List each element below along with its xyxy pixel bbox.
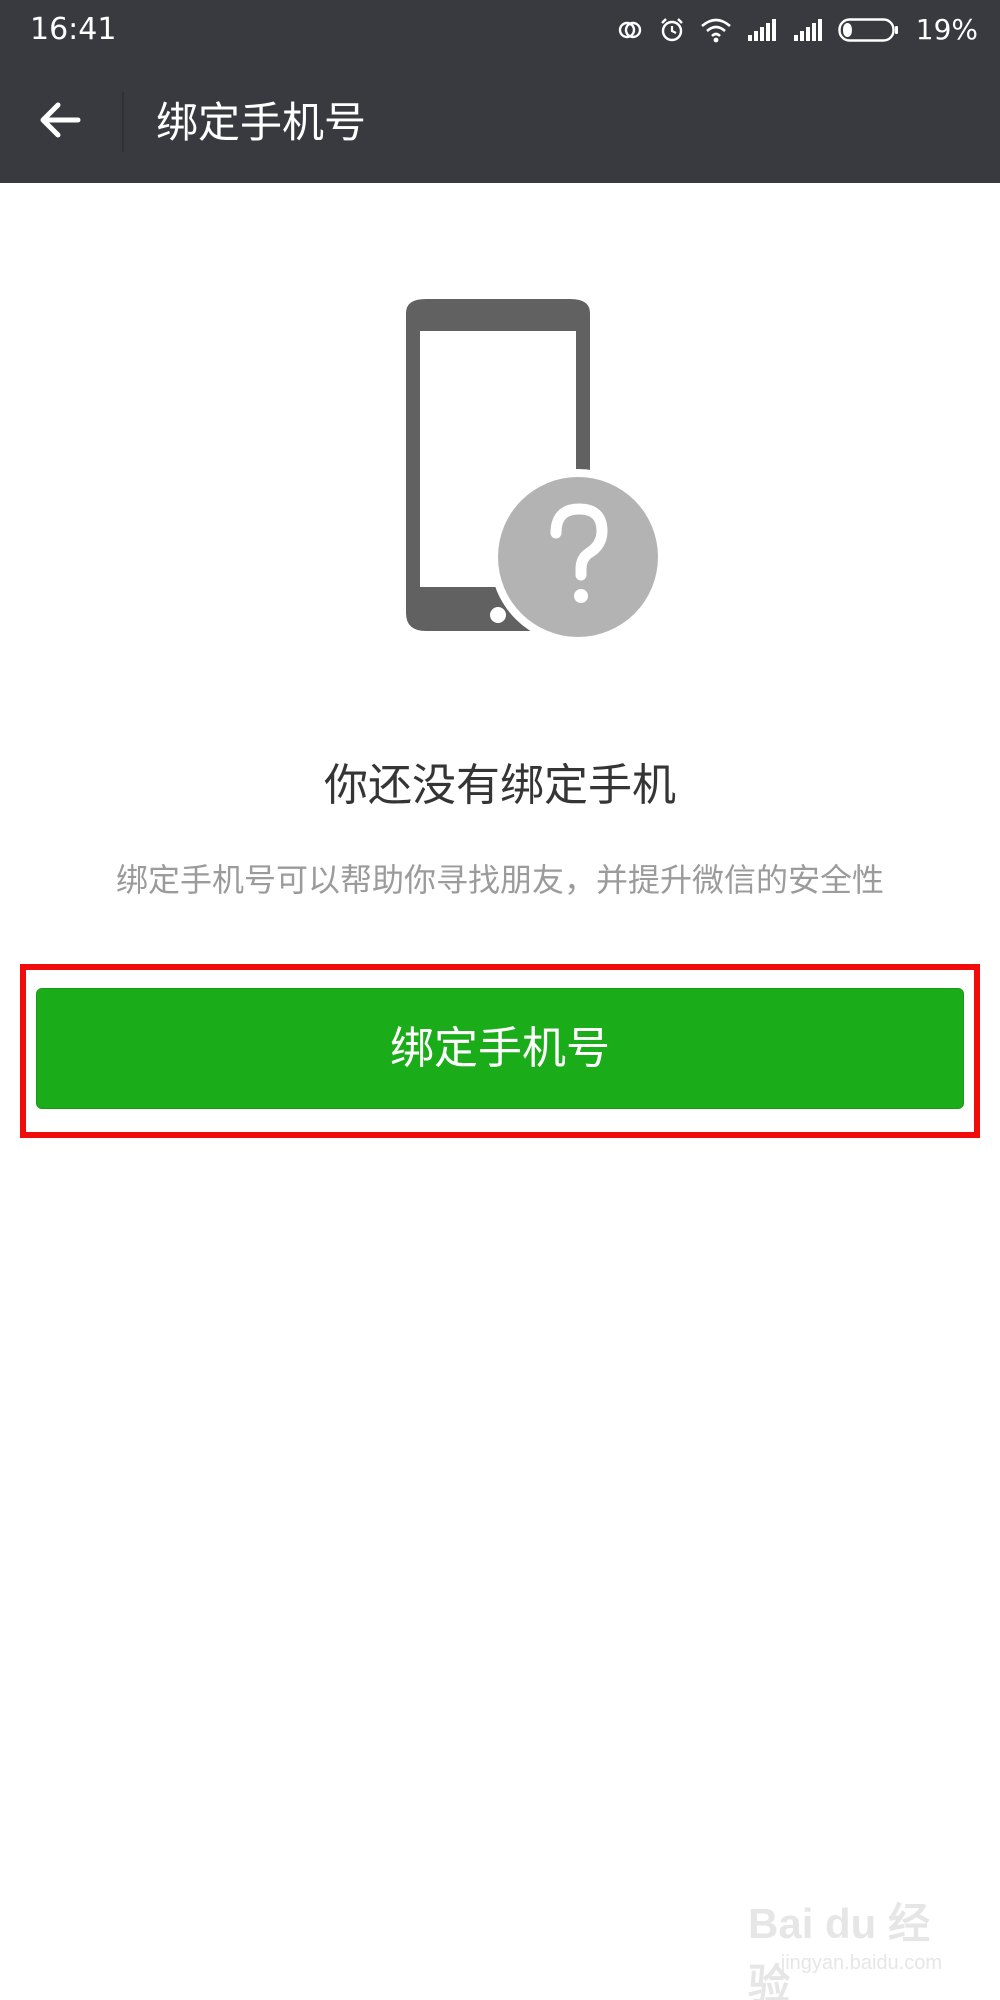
- status-bar: 16:41 19%: [0, 0, 1000, 60]
- status-icons: 19%: [616, 10, 978, 50]
- arrow-left-icon: [36, 96, 84, 148]
- watermark-url: jingyan.baidu.com: [780, 1952, 942, 1974]
- bind-phone-button[interactable]: 绑定手机号: [36, 988, 964, 1109]
- baidu-watermark: Bai du 经验 jingyan.baidu.com: [748, 1890, 948, 2000]
- battery-percent: 19%: [915, 13, 978, 46]
- action-bar: 绑定手机号: [0, 60, 1000, 183]
- wifi-icon: [700, 16, 732, 44]
- empty-title: 你还没有绑定手机: [324, 760, 676, 811]
- watermark-text: Bai du 经验: [748, 1900, 931, 2000]
- screen: 16:41 19% 绑定手机号 你还没有绑定手机 绑定手机号可以帮助你寻找朋友，…: [0, 0, 1000, 2000]
- sync-icon: [616, 16, 644, 44]
- alarm-icon: [658, 16, 686, 44]
- battery-icon: [838, 17, 900, 43]
- phone-question-icon: [398, 295, 668, 645]
- signal-icon: [792, 17, 824, 43]
- empty-description: 绑定手机号可以帮助你寻找朋友，并提升微信的安全性: [115, 861, 884, 899]
- status-time: 16:41: [30, 12, 117, 47]
- back-button[interactable]: [20, 82, 100, 162]
- signal-icon: [746, 17, 778, 43]
- page-title: 绑定手机号: [156, 98, 367, 147]
- header-divider: [122, 92, 124, 152]
